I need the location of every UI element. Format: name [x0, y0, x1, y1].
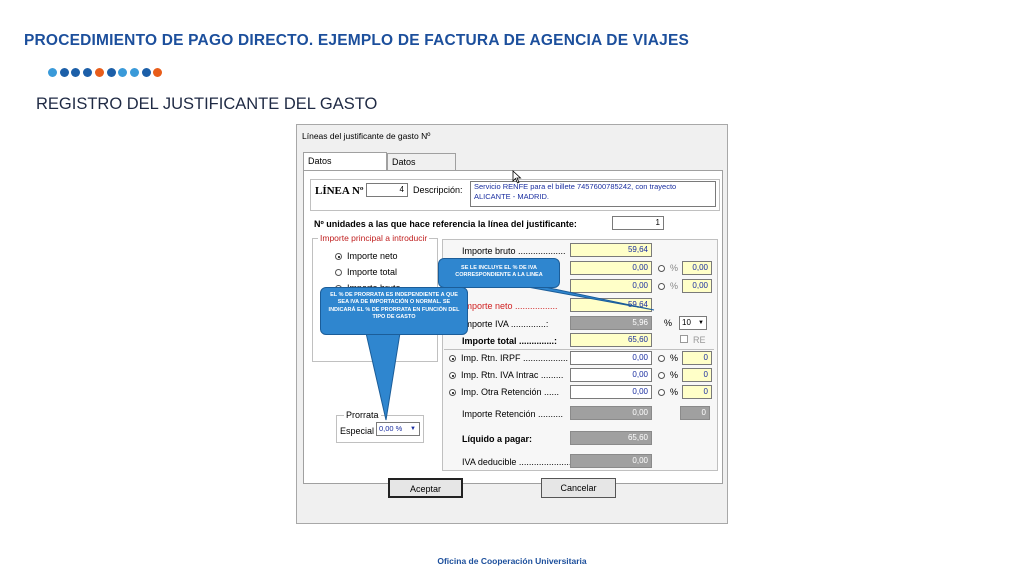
- prorrata-callout: EL % DE PRORRATA ES INDEPENDIENTE A QUE …: [320, 287, 468, 335]
- callout-pointers: [365, 285, 655, 421]
- iva-callout: SE LE INCLUYE EL % DE IVA CORRESPONDIENT…: [438, 258, 560, 288]
- footer: Oficina de Cooperación Universitaria: [437, 556, 587, 566]
